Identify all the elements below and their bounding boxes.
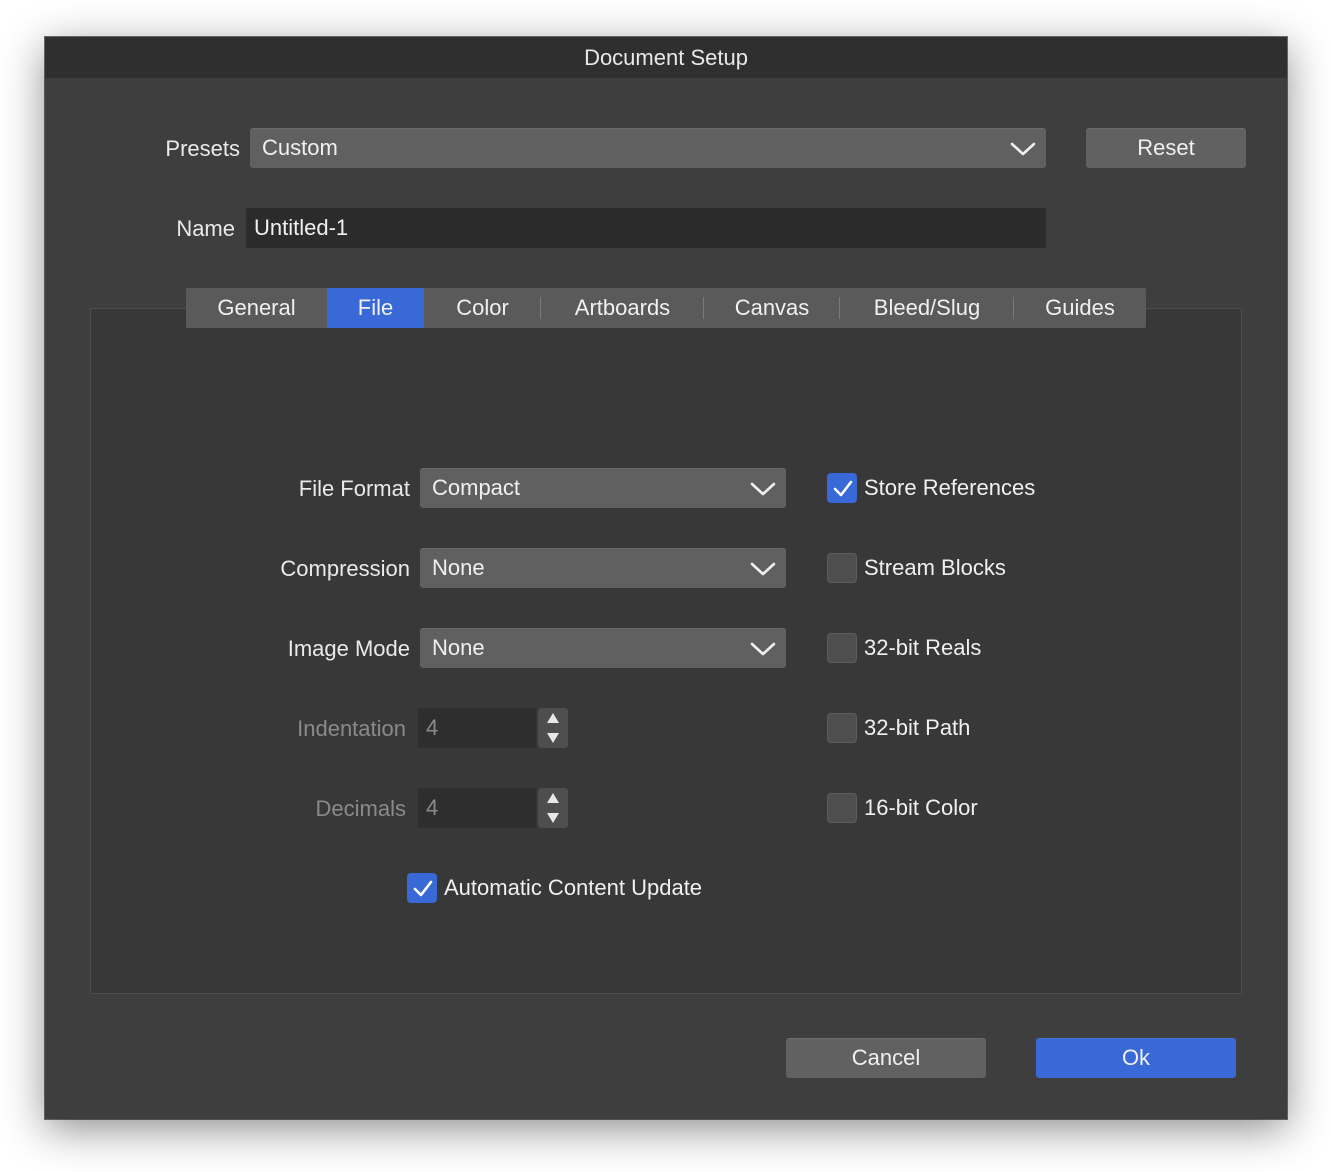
- indentation-field[interactable]: 4: [418, 708, 536, 748]
- tab-color[interactable]: Color: [424, 288, 541, 328]
- tab-bleed-slug[interactable]: Bleed/Slug: [840, 288, 1014, 328]
- tab-bar: General File Color Artboards Canvas Blee…: [186, 288, 1146, 328]
- presets-label: Presets: [165, 136, 240, 161]
- decimals-stepper[interactable]: [538, 788, 568, 828]
- stream-blocks-label[interactable]: Stream Blocks: [864, 553, 1006, 583]
- tab-general-label: General: [217, 295, 296, 320]
- stepper-down-icon[interactable]: [538, 808, 568, 828]
- 32bit-reals-label[interactable]: 32-bit Reals: [864, 633, 981, 663]
- reset-button[interactable]: Reset: [1086, 128, 1246, 168]
- automatic-content-update-checkbox[interactable]: [407, 873, 437, 903]
- compression-value: None: [432, 555, 485, 580]
- document-setup-dialog: Document Setup Presets Custom Reset Name…: [45, 37, 1287, 1119]
- ok-button[interactable]: Ok: [1036, 1038, 1236, 1078]
- chevron-down-icon: [750, 562, 776, 576]
- window-title: Document Setup: [45, 37, 1287, 78]
- tab-file[interactable]: File: [327, 288, 424, 328]
- name-label: Name: [176, 216, 235, 241]
- checkmark-icon: [413, 880, 433, 897]
- automatic-content-update-label[interactable]: Automatic Content Update: [444, 873, 702, 903]
- decimals-label: Decimals: [315, 796, 406, 821]
- chevron-down-icon: [750, 482, 776, 496]
- tab-color-label: Color: [456, 295, 509, 320]
- 32bit-path-label[interactable]: 32-bit Path: [864, 713, 970, 743]
- presets-dropdown[interactable]: Custom: [250, 128, 1046, 168]
- tab-canvas[interactable]: Canvas: [704, 288, 840, 328]
- stepper-down-icon[interactable]: [538, 728, 568, 748]
- stream-blocks-checkbox[interactable]: [827, 553, 857, 583]
- tab-file-label: File: [357, 295, 394, 320]
- compression-label: Compression: [280, 556, 410, 581]
- stepper-up-icon[interactable]: [538, 708, 568, 728]
- tab-canvas-label: Canvas: [734, 295, 810, 320]
- indentation-stepper[interactable]: [538, 708, 568, 748]
- store-references-checkbox[interactable]: [827, 473, 857, 503]
- 32bit-path-checkbox[interactable]: [827, 713, 857, 743]
- chevron-down-icon: [750, 642, 776, 656]
- 32bit-reals-checkbox[interactable]: [827, 633, 857, 663]
- indentation-label: Indentation: [297, 716, 406, 741]
- checkmark-icon: [833, 480, 853, 497]
- decimals-field[interactable]: 4: [418, 788, 536, 828]
- file-format-value: Compact: [432, 475, 521, 500]
- presets-value: Custom: [262, 135, 338, 160]
- tab-general[interactable]: General: [186, 288, 327, 328]
- tab-guides[interactable]: Guides: [1014, 288, 1146, 328]
- stepper-up-icon[interactable]: [538, 788, 568, 808]
- file-format-label: File Format: [298, 476, 410, 501]
- store-references-label[interactable]: Store References: [864, 473, 1035, 503]
- compression-dropdown[interactable]: None: [420, 548, 786, 588]
- image-mode-label: Image Mode: [287, 636, 410, 661]
- name-field[interactable]: Untitled-1: [246, 208, 1046, 248]
- tab-bleed-slug-label: Bleed/Slug: [873, 295, 981, 320]
- image-mode-dropdown[interactable]: None: [420, 628, 786, 668]
- image-mode-value: None: [432, 635, 485, 660]
- tab-artboards-label: Artboards: [574, 295, 671, 320]
- cancel-button[interactable]: Cancel: [786, 1038, 986, 1078]
- tab-guides-label: Guides: [1045, 295, 1115, 320]
- 16bit-color-checkbox[interactable]: [827, 793, 857, 823]
- file-format-dropdown[interactable]: Compact: [420, 468, 786, 508]
- chevron-down-icon: [1010, 142, 1036, 156]
- 16bit-color-label[interactable]: 16-bit Color: [864, 793, 978, 823]
- tab-artboards[interactable]: Artboards: [541, 288, 704, 328]
